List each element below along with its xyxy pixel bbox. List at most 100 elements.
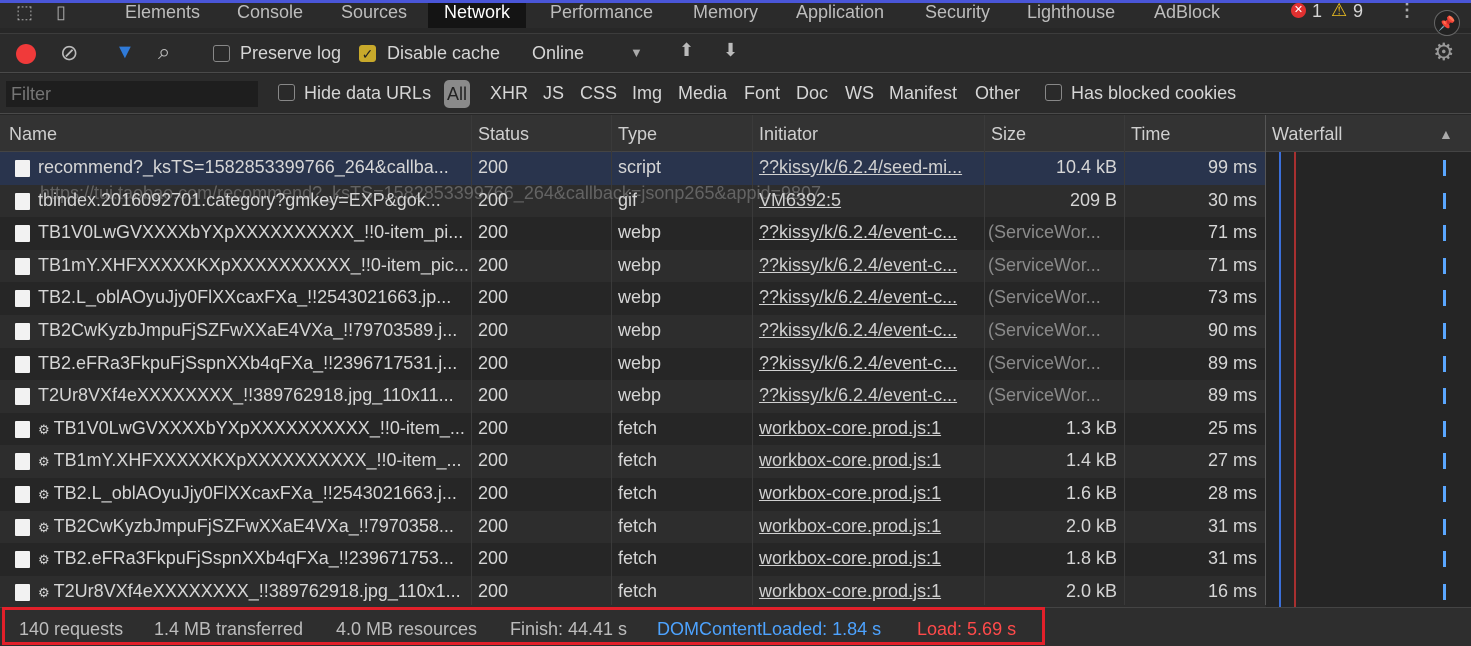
more-menu-icon[interactable]: ⋮ bbox=[1398, 0, 1416, 21]
error-icon[interactable]: ✕ bbox=[1291, 3, 1306, 18]
disable-cache-checkbox[interactable]: ✓ bbox=[359, 45, 376, 62]
file-icon bbox=[15, 355, 30, 373]
filter-type-xhr[interactable]: XHR bbox=[490, 83, 528, 104]
column-initiator[interactable]: Initiator bbox=[759, 124, 818, 145]
table-row[interactable]: TB2CwKyzbJmpuFjSZFwXXaE4VXa_!!79703589.j… bbox=[0, 314, 1266, 348]
request-initiator-link[interactable]: ??kissy/k/6.2.4/event-c... bbox=[759, 315, 981, 345]
request-initiator-link[interactable]: ??kissy/k/6.2.4/seed-mi... bbox=[759, 152, 981, 182]
search-icon[interactable]: ⌕ bbox=[158, 39, 170, 65]
request-initiator-link[interactable]: ??kissy/k/6.2.4/event-c... bbox=[759, 282, 981, 312]
column-type[interactable]: Type bbox=[618, 124, 657, 145]
table-row[interactable]: TB1V0LwGVXXXXbYXpXXXXXXXXXX_!!0-item_pi.… bbox=[0, 217, 1266, 250]
tab-adblock[interactable]: AdBlock bbox=[1154, 0, 1220, 28]
table-row[interactable]: ⚙ T2Ur8VXf4eXXXXXXXX_!!389762918.jpg_110x… bbox=[0, 575, 1266, 609]
filter-type-all[interactable]: All bbox=[444, 80, 471, 108]
chevron-down-icon[interactable]: ▼ bbox=[630, 45, 643, 60]
tab-sources[interactable]: Sources bbox=[341, 0, 407, 28]
filter-type-other[interactable]: Other bbox=[975, 83, 1020, 104]
tab-application[interactable]: Application bbox=[796, 0, 884, 28]
filter-type-js[interactable]: JS bbox=[543, 83, 564, 104]
request-initiator-link[interactable]: ??kissy/k/6.2.4/event-c... bbox=[759, 348, 981, 378]
request-initiator-link[interactable]: workbox-core.prod.js:1 bbox=[759, 576, 981, 606]
request-name[interactable]: ⚙ TB2.L_oblAOyuJjy0FlXXcaxFXa_!!254302166… bbox=[38, 478, 468, 510]
export-har-icon[interactable]: ⬇ bbox=[723, 40, 738, 61]
table-row[interactable]: recommend?_ksTS=1582853399766_264&callba… bbox=[0, 152, 1266, 185]
request-size: (ServiceWor... bbox=[988, 385, 1101, 406]
pin-icon[interactable]: 📌 bbox=[1434, 10, 1460, 36]
request-status: 200 bbox=[478, 157, 509, 177]
request-initiator-link[interactable]: workbox-core.prod.js:1 bbox=[759, 543, 981, 573]
file-icon bbox=[15, 160, 30, 177]
request-name[interactable]: ⚙ T2Ur8VXf4eXXXXXXXX_!!389762918.jpg_110x… bbox=[38, 576, 468, 608]
request-name[interactable]: ⚙ TB2CwKyzbJmpuFjSZFwXXaE4VXa_!!7970358..… bbox=[38, 511, 468, 543]
tab-performance[interactable]: Performance bbox=[550, 0, 653, 28]
waterfall-bar bbox=[1443, 486, 1446, 502]
tab-security[interactable]: Security bbox=[925, 0, 990, 28]
request-initiator-link[interactable]: ??kissy/k/6.2.4/event-c... bbox=[759, 380, 981, 410]
import-har-icon[interactable]: ⬆ bbox=[679, 40, 694, 61]
filter-type-media[interactable]: Media bbox=[678, 83, 727, 104]
has-blocked-cookies-checkbox[interactable] bbox=[1045, 84, 1062, 101]
request-name[interactable]: TB1V0LwGVXXXXbYXpXXXXXXXXXX_!!0-item_pi.… bbox=[38, 217, 468, 247]
filter-type-font[interactable]: Font bbox=[744, 83, 780, 104]
request-name-text: TB2CwKyzbJmpuFjSZFwXXaE4VXa_!!7970358... bbox=[53, 515, 454, 536]
gear-icon[interactable]: ⚙ bbox=[1433, 38, 1455, 67]
table-row[interactable]: TB2.L_oblAOyuJjy0FlXXcaxFXa_!!2543021663… bbox=[0, 282, 1266, 315]
request-name[interactable]: TB2.L_oblAOyuJjy0FlXXcaxFXa_!!2543021663… bbox=[38, 282, 468, 312]
table-row[interactable]: ⚙ TB1mY.XHFXXXXXKXpXXXXXXXXXX_!!0-item_..… bbox=[0, 445, 1266, 478]
request-initiator-link[interactable]: workbox-core.prod.js:1 bbox=[759, 445, 981, 475]
warning-icon[interactable]: ⚠ bbox=[1331, 0, 1347, 21]
preserve-log-checkbox[interactable] bbox=[213, 45, 230, 62]
request-name[interactable]: recommend?_ksTS=1582853399766_264&callba… bbox=[38, 152, 468, 182]
request-name[interactable]: ⚙ TB1mY.XHFXXXXXKXpXXXXXXXXXX_!!0-item_..… bbox=[38, 445, 468, 477]
request-initiator-link[interactable]: ??kissy/k/6.2.4/event-c... bbox=[759, 217, 981, 247]
file-icon bbox=[15, 485, 30, 503]
column-name[interactable]: Name bbox=[9, 124, 57, 145]
column-size[interactable]: Size bbox=[991, 124, 1026, 145]
request-size: (ServiceWor... bbox=[988, 352, 1101, 373]
request-initiator-link[interactable]: workbox-core.prod.js:1 bbox=[759, 511, 981, 541]
record-icon[interactable] bbox=[16, 44, 36, 64]
request-initiator-link[interactable]: workbox-core.prod.js:1 bbox=[759, 413, 981, 443]
request-name[interactable]: ⚙ TB1V0LwGVXXXXbYXpXXXXXXXXXX_!!0-item_..… bbox=[38, 413, 468, 445]
table-row[interactable]: TB1mY.XHFXXXXXKXpXXXXXXXXXX_!!0-item_pic… bbox=[0, 249, 1266, 283]
filter-input[interactable] bbox=[6, 81, 258, 107]
tab-network[interactable]: Network bbox=[428, 0, 527, 28]
request-name[interactable]: T2Ur8VXf4eXXXXXXXX_!!389762918.jpg_110x1… bbox=[38, 380, 468, 410]
request-time: 31 ms bbox=[1207, 548, 1257, 569]
table-row[interactable]: ⚙ TB1V0LwGVXXXXbYXpXXXXXXXXXX_!!0-item_..… bbox=[0, 412, 1266, 446]
sort-ascending-icon[interactable]: ▲ bbox=[1439, 126, 1453, 142]
waterfall-bar bbox=[1443, 355, 1446, 372]
tab-elements[interactable]: Elements bbox=[125, 0, 200, 28]
hide-data-urls-checkbox[interactable] bbox=[278, 84, 295, 101]
clear-icon[interactable]: ⊘ bbox=[60, 40, 78, 66]
table-row[interactable]: ⚙ TB2CwKyzbJmpuFjSZFwXXaE4VXa_!!7970358..… bbox=[0, 510, 1266, 544]
filter-type-doc[interactable]: Doc bbox=[796, 83, 828, 104]
table-row[interactable]: TB2.eFRa3FkpuFjSspnXXb4qFXa_!!2396717531… bbox=[0, 347, 1266, 381]
inspect-element-icon[interactable]: ⬚ bbox=[16, 2, 33, 23]
table-row[interactable]: T2Ur8VXf4eXXXXXXXX_!!389762918.jpg_110x1… bbox=[0, 380, 1266, 413]
request-initiator-link[interactable]: workbox-core.prod.js:1 bbox=[759, 478, 981, 508]
warning-count[interactable]: 9 bbox=[1353, 1, 1363, 22]
tab-console[interactable]: Console bbox=[237, 0, 303, 28]
request-name[interactable]: TB1mY.XHFXXXXXKXpXXXXXXXXXX_!!0-item_pic… bbox=[38, 250, 468, 280]
filter-type-ws[interactable]: WS bbox=[845, 83, 874, 104]
tab-lighthouse[interactable]: Lighthouse bbox=[1027, 0, 1115, 28]
request-name[interactable]: TB2.eFRa3FkpuFjSspnXXb4qFXa_!!2396717531… bbox=[38, 348, 468, 378]
column-time[interactable]: Time bbox=[1131, 124, 1170, 145]
filter-type-img[interactable]: Img bbox=[632, 83, 662, 104]
table-row[interactable]: ⚙ TB2.eFRa3FkpuFjSspnXXb4qFXa_!!239671753… bbox=[0, 543, 1266, 576]
throttling-select[interactable]: Online bbox=[532, 43, 584, 64]
request-name[interactable]: TB2CwKyzbJmpuFjSZFwXXaE4VXa_!!79703589.j… bbox=[38, 315, 468, 345]
column-status[interactable]: Status bbox=[478, 124, 529, 145]
filter-type-manifest[interactable]: Manifest bbox=[889, 83, 957, 104]
tab-memory[interactable]: Memory bbox=[693, 0, 758, 28]
table-row[interactable]: ⚙ TB2.L_oblAOyuJjy0FlXXcaxFXa_!!254302166… bbox=[0, 477, 1266, 511]
filter-type-css[interactable]: CSS bbox=[580, 83, 617, 104]
filter-icon[interactable]: ▼ bbox=[115, 41, 135, 64]
request-initiator-link[interactable]: ??kissy/k/6.2.4/event-c... bbox=[759, 250, 981, 280]
device-toolbar-icon[interactable]: ▯ bbox=[56, 2, 66, 23]
column-waterfall[interactable]: Waterfall bbox=[1272, 124, 1342, 145]
request-name[interactable]: ⚙ TB2.eFRa3FkpuFjSspnXXb4qFXa_!!239671753… bbox=[38, 543, 468, 575]
error-count[interactable]: 1 bbox=[1312, 1, 1322, 22]
